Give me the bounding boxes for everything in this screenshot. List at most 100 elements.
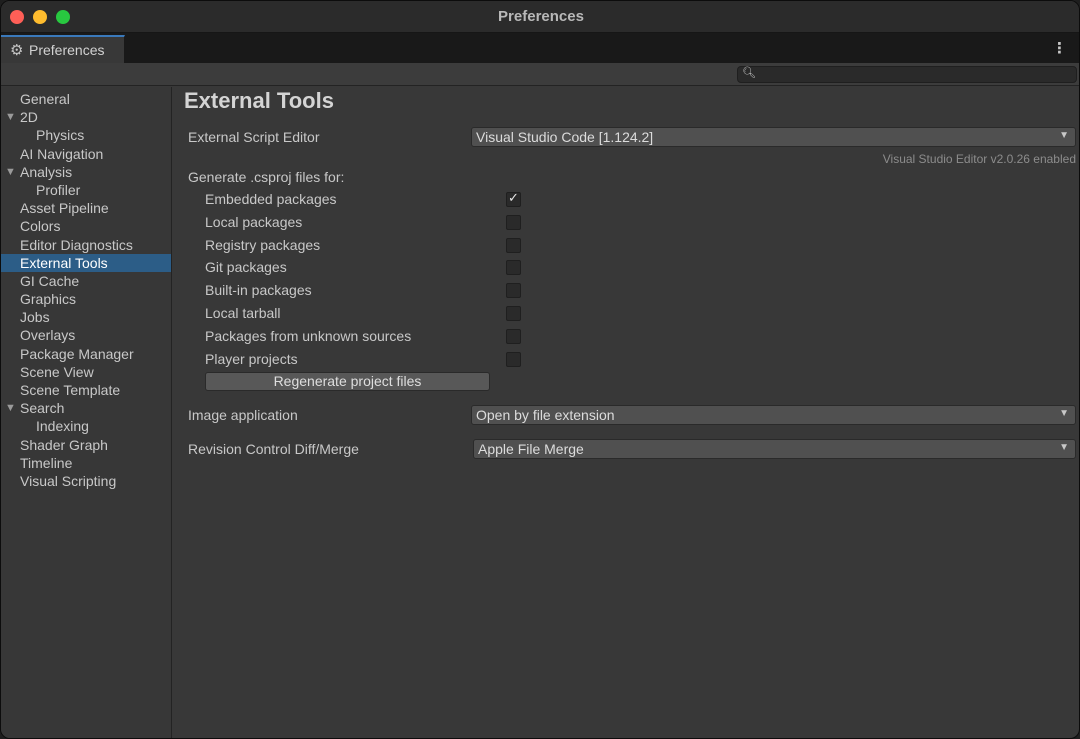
csproj-option-checkbox[interactable] (506, 306, 521, 321)
csproj-option-row: Local packages (205, 213, 521, 233)
csproj-option-label: Embedded packages (205, 191, 337, 207)
sidebar-item-label: Physics (36, 127, 85, 144)
sidebar-item-label: General (20, 91, 70, 107)
search-input[interactable] (756, 67, 1074, 82)
sidebar-item-editor-diagnostics[interactable]: Editor Diagnostics (1, 236, 171, 254)
sidebar-item-label: AI Navigation (20, 145, 104, 162)
csproj-option-row: Packages from unknown sources (205, 327, 521, 347)
image-application-dropdown[interactable]: Open by file extension ▼ (471, 405, 1076, 425)
search-toolbar: 🔍︎ (1, 63, 1079, 86)
csproj-option-checkbox[interactable] (506, 351, 521, 367)
sidebar-item-label: Package Manager (20, 345, 134, 362)
sidebar-item-label: Shader Graph (20, 436, 108, 453)
csproj-option-row: Registry packages (205, 236, 521, 256)
sidebar-item-label: Profiler (36, 181, 81, 198)
expand-arrow-icon[interactable]: ▼ (5, 108, 16, 126)
checkmark-icon: ✓ (508, 190, 519, 205)
sidebar-item-label: Graphics (20, 291, 77, 308)
sidebar-item-overlays[interactable]: Overlays (1, 326, 171, 344)
sidebar-item-jobs[interactable]: Jobs (1, 308, 171, 326)
csproj-option-row: Local tarball (205, 304, 521, 324)
sidebar-item-label: Scene View (20, 363, 94, 380)
csproj-option-checkbox[interactable] (506, 260, 521, 276)
sidebar-item-label: Analysis (20, 163, 73, 180)
search-icon: 🔍︎ (742, 67, 756, 79)
sidebar-item-2d[interactable]: ▼ 2D (1, 108, 171, 126)
csproj-option-checkbox[interactable] (506, 237, 521, 253)
sidebar-item-label: Timeline (20, 454, 73, 471)
sidebar-item-analysis[interactable]: ▼ Analysis (1, 163, 171, 181)
chevron-down-icon: ▼ (1059, 442, 1069, 453)
sidebar-item-label: Asset Pipeline (20, 200, 109, 217)
sidebar-item-label: Visual Scripting (20, 472, 117, 489)
sidebar-item-physics[interactable]: Physics (1, 126, 171, 144)
sidebar-item-shader-graph[interactable]: Shader Graph (1, 436, 171, 454)
sidebar-item-timeline[interactable]: Timeline (1, 454, 171, 472)
csproj-option-label: Built-in packages (205, 282, 312, 299)
page-title: External Tools (184, 88, 334, 113)
script-editor-label: External Script Editor (188, 129, 320, 145)
sidebar-item-ai-navigation[interactable]: AI Navigation (1, 145, 171, 163)
csproj-option-label: Local tarball (205, 305, 281, 321)
more-options-icon[interactable]: ⋮ (1052, 39, 1067, 57)
sidebar-item-graphics[interactable]: Graphics (1, 290, 171, 308)
chevron-down-icon: ▼ (1059, 130, 1069, 141)
sidebar-item-colors[interactable]: Colors (1, 217, 171, 235)
sidebar-item-label: Indexing (36, 418, 89, 435)
tab-label: Preferences (29, 42, 105, 58)
sidebar-item-gi-cache[interactable]: GI Cache (1, 272, 171, 290)
external-tools-panel: External Tools External Script Editor Vi… (173, 87, 1079, 738)
script-editor-dropdown[interactable]: Visual Studio Code [1.124.2] ▼ (471, 127, 1076, 147)
script-editor-hint: Visual Studio Editor v2.0.26 enabled (882, 152, 1076, 166)
expand-arrow-icon[interactable]: ▼ (5, 163, 16, 181)
title-bar: Preferences (1, 1, 1079, 33)
sidebar-item-visual-scripting[interactable]: Visual Scripting (1, 472, 171, 490)
image-application-label: Image application (188, 407, 298, 423)
csproj-option-label: Packages from unknown sources (205, 327, 412, 344)
csproj-heading: Generate .csproj files for: (188, 169, 345, 185)
sidebar-item-label: External Tools (20, 254, 108, 271)
chevron-down-icon: ▼ (1059, 408, 1069, 419)
tab-bar: ⚙ Preferences ⋮ (1, 33, 1079, 63)
csproj-option-checkbox[interactable] (506, 283, 521, 299)
window-title: Preferences (498, 8, 584, 25)
diff-merge-value: Apple File Merge (478, 441, 584, 457)
sidebar-item-package-manager[interactable]: Package Manager (1, 345, 171, 363)
sidebar-item-label: GI Cache (20, 272, 80, 289)
preferences-sidebar: General ▼ 2D Physics AI Navigation ▼ Analysis P… (1, 87, 172, 738)
sidebar-item-label: Colors (20, 218, 61, 235)
csproj-option-checkbox[interactable] (506, 328, 521, 344)
diff-merge-label: Revision Control Diff/Merge (188, 441, 359, 457)
csproj-option-row: Player projects (205, 350, 521, 370)
script-editor-value: Visual Studio Code [1.124.2] (476, 129, 654, 145)
csproj-option-label: Registry packages (205, 236, 321, 253)
csproj-option-label: Git packages (205, 259, 287, 276)
regenerate-project-files-button[interactable]: Regenerate project files (205, 372, 490, 391)
gear-icon: ⚙ (10, 42, 24, 59)
csproj-option-row: Embedded packages ✓ (205, 190, 521, 210)
sidebar-item-profiler[interactable]: Profiler (1, 181, 171, 199)
diff-merge-dropdown[interactable]: Apple File Merge ▼ (473, 439, 1076, 459)
sidebar-item-external-tools[interactable]: External Tools (1, 253, 171, 272)
sidebar-item-label: Editor Diagnostics (20, 236, 133, 253)
sidebar-item-scene-template[interactable]: Scene Template (1, 381, 171, 399)
sidebar-item-general[interactable]: General (1, 90, 171, 108)
csproj-option-label: Local packages (205, 213, 303, 230)
search-field[interactable]: 🔍︎ (737, 66, 1077, 83)
csproj-option-row: Built-in packages (205, 281, 521, 301)
expand-arrow-icon[interactable]: ▼ (5, 399, 16, 417)
sidebar-item-label: 2D (20, 109, 38, 126)
sidebar-item-label: Jobs (20, 309, 50, 326)
csproj-option-checkbox[interactable]: ✓ (506, 190, 521, 207)
sidebar-item-indexing[interactable]: Indexing (1, 417, 171, 435)
csproj-option-checkbox[interactable] (506, 214, 521, 230)
tab-preferences[interactable]: ⚙ Preferences (1, 35, 125, 63)
sidebar-item-scene-view[interactable]: Scene View (1, 363, 171, 381)
image-application-value: Open by file extension (476, 407, 615, 423)
sidebar-item-asset-pipeline[interactable]: Asset Pipeline (1, 199, 171, 217)
csproj-option-label: Player projects (205, 350, 298, 367)
sidebar-item-search[interactable]: ▼ Search (1, 399, 171, 417)
preferences-window: Preferences ⚙ Preferences ⋮ 🔍︎ General ▼ 2… (0, 0, 1080, 739)
sidebar-item-label: Overlays (20, 327, 76, 344)
sidebar-item-label: Scene Template (20, 382, 121, 398)
